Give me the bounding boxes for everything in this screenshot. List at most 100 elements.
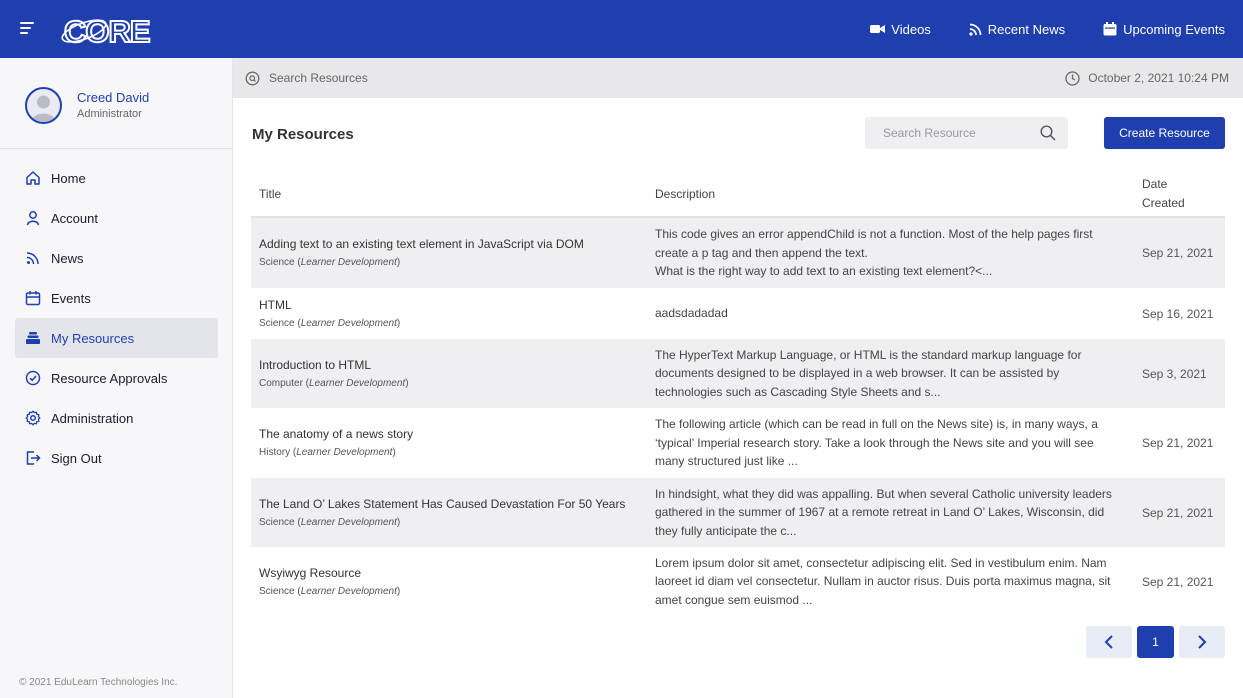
sidebar-item-resource-approvals[interactable]: Resource Approvals: [15, 358, 218, 398]
title-cell: Adding text to an existing text element …: [259, 218, 634, 288]
category-group: Learner Development: [300, 257, 397, 268]
description-cell: The HyperText Markup Language, or HTML i…: [655, 339, 1125, 408]
category-name: Science: [259, 585, 295, 597]
core-logo[interactable]: CORE: [60, 10, 152, 50]
create-resource-button[interactable]: Create Resource: [1104, 117, 1225, 149]
topnav-recent-news[interactable]: Recent News: [969, 22, 1065, 37]
chevron-right-icon: [1198, 635, 1207, 649]
date-cell: Sep 21, 2021: [1142, 547, 1222, 616]
prev-page-button[interactable]: [1086, 626, 1132, 658]
resource-date: Sep 3, 2021: [1142, 366, 1207, 381]
date-cell: Sep 21, 2021: [1142, 218, 1222, 288]
next-page-button[interactable]: [1179, 626, 1225, 658]
resource-title[interactable]: The anatomy of a news story: [259, 425, 634, 443]
sidebar-item-label: News: [51, 250, 84, 266]
resource-title[interactable]: Introduction to HTML: [259, 356, 634, 374]
category-name: Science: [259, 516, 295, 528]
table-row[interactable]: HTML Science (Learner Development) aadsd…: [251, 288, 1225, 339]
search-icon[interactable]: [1040, 125, 1056, 141]
search-icon: [245, 71, 260, 85]
sidebar-item-label: My Resources: [51, 330, 135, 346]
rss-icon: [969, 23, 982, 36]
title-cell: HTML Science (Learner Development): [259, 288, 634, 339]
resource-category: History (Learner Development): [259, 447, 396, 458]
resource-date: Sep 21, 2021: [1142, 246, 1214, 260]
resource-title[interactable]: Wsyiwyg Resource: [259, 564, 634, 582]
resource-description: The following article (which can be read…: [655, 417, 1098, 469]
clock-icon: [1065, 70, 1080, 86]
resource-title[interactable]: The Land O’ Lakes Statement Has Caused D…: [259, 495, 634, 513]
description-cell: In hindsight, what they did was appallin…: [655, 478, 1125, 547]
topnav-upcoming-events-label: Upcoming Events: [1123, 21, 1225, 37]
column-header-date-created[interactable]: Date Created: [1142, 170, 1204, 218]
resource-title[interactable]: Adding text to an existing text element …: [259, 235, 634, 253]
resource-title[interactable]: HTML: [259, 296, 634, 314]
video-camera-icon: [870, 25, 886, 33]
current-datetime: October 2, 2021 10:24 PM: [1065, 70, 1229, 86]
check-circle-icon: [25, 370, 41, 386]
divider: [0, 148, 232, 149]
sidebar-item-label: Sign Out: [51, 450, 102, 466]
sidebar-item-account[interactable]: Account: [15, 198, 218, 238]
global-search[interactable]: Search Resources: [245, 71, 368, 86]
resource-category: Science (Learner Development): [259, 516, 401, 528]
home-icon: [25, 170, 41, 186]
sign-out-icon: [25, 450, 41, 466]
calendar-icon: [1103, 22, 1117, 36]
hamburger-menu-icon[interactable]: [20, 22, 34, 34]
resource-category: Science (Learner Development): [259, 257, 401, 268]
resource-date: Sep 21, 2021: [1142, 436, 1214, 450]
date-cell: Sep 21, 2021: [1142, 478, 1222, 547]
sidebar-item-my-resources[interactable]: My Resources: [15, 318, 218, 358]
resource-description: The HyperText Markup Language, or HTML i…: [655, 347, 1082, 399]
sidebar-item-administration[interactable]: Administration: [15, 398, 218, 438]
table-row[interactable]: Wsyiwyg Resource Science (Learner Develo…: [251, 547, 1225, 616]
sidebar-nav: Home Account News Events My Resources Re…: [15, 158, 218, 478]
table-row[interactable]: Introduction to HTML Computer (Learner D…: [251, 339, 1225, 408]
sidebar-item-sign-out[interactable]: Sign Out: [15, 438, 218, 478]
table-header: Title Description Date Created: [251, 170, 1225, 218]
category-name: History: [259, 447, 291, 458]
resource-search-input[interactable]: [883, 126, 1040, 140]
category-name: Computer: [259, 377, 303, 389]
user-profile[interactable]: Creed David Administrator: [25, 87, 149, 124]
topnav-videos[interactable]: Videos: [870, 22, 931, 37]
stack-icon: [25, 330, 41, 346]
category-group: Learner Development: [300, 516, 397, 528]
category-group: Learner Development: [296, 447, 393, 458]
title-cell: The anatomy of a news story History (Lea…: [259, 408, 634, 478]
category-name: Science: [259, 317, 295, 329]
sidebar-item-label: Home: [51, 170, 86, 186]
table-row[interactable]: Adding text to an existing text element …: [251, 218, 1225, 288]
profile-name: Creed David: [77, 89, 150, 105]
column-header-title[interactable]: Title: [259, 170, 281, 218]
title-cell: Introduction to HTML Computer (Learner D…: [259, 339, 634, 408]
sidebar-item-news[interactable]: News: [15, 238, 218, 278]
avatar: [25, 87, 62, 124]
sidebar-item-label: Administration: [51, 410, 134, 426]
date-cell: Sep 16, 2021: [1142, 288, 1222, 339]
description-cell: This code gives an error appendChild is …: [655, 218, 1125, 288]
resource-category: Science (Learner Development): [259, 585, 401, 597]
pagination: 1: [1086, 626, 1225, 658]
table-row[interactable]: The Land O’ Lakes Statement Has Caused D…: [251, 478, 1225, 547]
date-cell: Sep 3, 2021: [1142, 339, 1222, 408]
calendar-icon: [25, 290, 41, 306]
resource-date: Sep 16, 2021: [1142, 306, 1214, 321]
resource-description: aadsdadadad: [655, 306, 728, 321]
sidebar-item-events[interactable]: Events: [15, 278, 218, 318]
top-nav: Videos Recent News Upcoming Events: [870, 0, 1225, 58]
sub-header: Search Resources October 2, 2021 10:24 P…: [233, 58, 1243, 98]
top-bar: CORE Videos Recent News Upcoming Events: [0, 0, 1243, 58]
table-row[interactable]: The anatomy of a news story History (Lea…: [251, 408, 1225, 478]
title-cell: Wsyiwyg Resource Science (Learner Develo…: [259, 547, 634, 616]
gear-icon: [25, 410, 41, 426]
topnav-upcoming-events[interactable]: Upcoming Events: [1103, 22, 1225, 37]
page-button-current[interactable]: 1: [1137, 626, 1174, 658]
resources-table: Title Description Date Created Adding te…: [251, 170, 1225, 616]
category-name: Science: [259, 257, 295, 268]
column-header-description[interactable]: Description: [655, 170, 715, 218]
resource-date: Sep 21, 2021: [1142, 574, 1214, 589]
sidebar-item-home[interactable]: Home: [15, 158, 218, 198]
category-group: Learner Development: [309, 377, 406, 389]
